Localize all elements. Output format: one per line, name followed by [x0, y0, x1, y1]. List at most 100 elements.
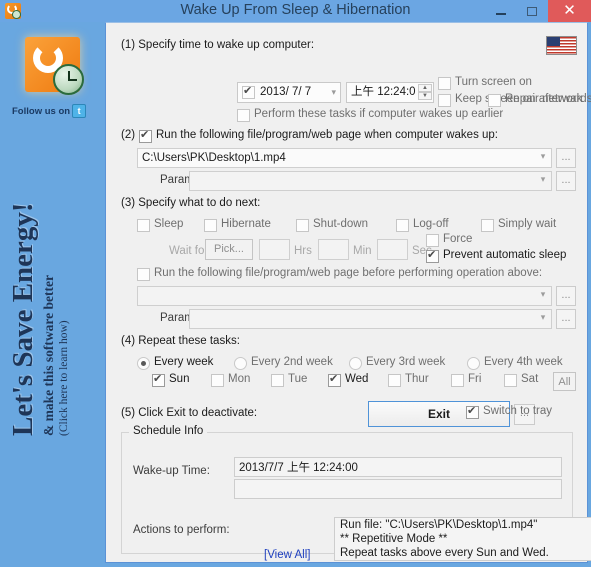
- every-2nd-week-radio[interactable]: [234, 357, 247, 370]
- chevron-down-icon[interactable]: ▾: [536, 151, 550, 162]
- run-file-input[interactable]: C:\Users\PK\Desktop\1.mp4: [137, 148, 552, 168]
- day-tue-checkbox[interactable]: [271, 374, 284, 387]
- wakeup-date-value: 2013/ 7/ 7: [260, 86, 312, 98]
- sidebar-promo-column: Follow us on t Let's Save Energy! & make …: [0, 22, 105, 567]
- section1-heading: (1) Specify time to wake up computer:: [121, 39, 315, 51]
- chevron-down-icon[interactable]: ▾: [536, 312, 550, 323]
- turn-screen-on-checkbox[interactable]: [438, 77, 451, 90]
- prevent-automatic-sleep-label: Prevent automatic sleep: [443, 249, 567, 261]
- force-checkbox[interactable]: [426, 234, 439, 247]
- repair-network-checkbox[interactable]: [488, 94, 501, 107]
- maximize-button[interactable]: [518, 0, 545, 22]
- wakeup-time-readout: 2013/7/7 上午 12:24:00: [234, 457, 562, 477]
- wakeup-clock-logo-icon: [25, 37, 84, 95]
- hibernate-label: Hibernate: [221, 218, 271, 230]
- follow-us-banner[interactable]: Follow us on t: [12, 104, 96, 120]
- secondary-readout: [234, 479, 562, 499]
- shutdown-label: Shut-down: [313, 218, 368, 230]
- logoff-label: Log-off: [413, 218, 449, 230]
- pick-duration-button[interactable]: Pick...: [205, 239, 253, 260]
- section5-heading: (5) Click Exit to deactivate:: [121, 407, 258, 419]
- chevron-down-icon[interactable]: ▾: [331, 83, 336, 102]
- seconds-input[interactable]: [377, 239, 408, 260]
- follow-us-label: Follow us on: [12, 106, 71, 117]
- shutdown-checkbox[interactable]: [296, 219, 309, 232]
- day-sun-checkbox[interactable]: [152, 373, 165, 387]
- day-thur-checkbox[interactable]: [388, 374, 401, 387]
- minimize-button[interactable]: [487, 0, 514, 22]
- chevron-down-icon[interactable]: ▾: [536, 289, 550, 300]
- repair-network-label: Repair network: [505, 93, 583, 105]
- switch-to-tray-checkbox[interactable]: [466, 405, 479, 419]
- every-3rd-week-radio[interactable]: [349, 357, 362, 370]
- minutes-input[interactable]: [318, 239, 349, 260]
- section3-heading: (3) Specify what to do next:: [121, 197, 261, 209]
- promo-headline: Let's Save Energy!: [7, 202, 39, 436]
- run-before-params-input[interactable]: [189, 309, 552, 329]
- wakeup-time-label: Wake-up Time:: [133, 465, 210, 477]
- chevron-down-icon[interactable]: ▾: [536, 174, 550, 185]
- day-wed-label: Wed: [345, 373, 369, 385]
- actions-to-perform-readout[interactable]: Run file: "C:\Users\PK\Desktop\1.mp4" **…: [334, 517, 591, 561]
- close-button[interactable]: ✕: [548, 0, 591, 22]
- browse-run-before-params-button[interactable]: ...: [556, 309, 576, 329]
- day-sat-label: Sat: [521, 373, 539, 385]
- wakeup-time-value: 上午 12:24:0: [351, 86, 416, 98]
- every-week-radio[interactable]: [137, 357, 150, 370]
- maximize-icon: [526, 7, 537, 17]
- clock-hand-minute: [68, 79, 77, 81]
- action-line: ** Repetitive Mode **: [340, 533, 448, 545]
- run-after-wake-label: Run the following file/program/web page …: [156, 129, 498, 141]
- browse-run-params-button[interactable]: ...: [556, 171, 576, 191]
- force-label: Force: [443, 233, 473, 245]
- run-after-wake-checkbox[interactable]: [139, 129, 152, 143]
- sleep-label: Sleep: [154, 218, 184, 230]
- run-params-input[interactable]: [189, 171, 552, 191]
- day-mon-label: Mon: [228, 373, 251, 385]
- us-flag-icon[interactable]: [546, 36, 577, 55]
- logoff-checkbox[interactable]: [396, 219, 409, 232]
- day-wed-checkbox[interactable]: [328, 373, 341, 387]
- run-before-file-input[interactable]: [137, 286, 552, 306]
- section2-number: (2): [121, 129, 136, 141]
- save-energy-promo[interactable]: Let's Save Energy! & make this software …: [6, 138, 102, 438]
- perform-earlier-checkbox[interactable]: [237, 109, 250, 122]
- actions-to-perform-label: Actions to perform:: [133, 524, 230, 536]
- title-bar: Wake Up From Sleep & Hibernation ✕: [0, 0, 591, 22]
- browse-run-before-file-button[interactable]: ...: [556, 286, 576, 306]
- hibernate-checkbox[interactable]: [204, 219, 217, 232]
- promo-clickhere: (Click here to learn how): [58, 320, 70, 436]
- keep-screen-on-checkbox[interactable]: [438, 94, 451, 107]
- wakeup-date-field[interactable]: 2013/ 7/ 7 ▾: [237, 82, 341, 103]
- prevent-automatic-sleep-checkbox[interactable]: [426, 249, 439, 263]
- simply-wait-checkbox[interactable]: [481, 219, 494, 232]
- every-4th-week-radio[interactable]: [467, 357, 480, 370]
- select-all-days-button[interactable]: All: [553, 372, 576, 391]
- day-fri-label: Fri: [468, 373, 482, 385]
- action-line: Run file: "C:\Users\PK\Desktop\1.mp4": [340, 519, 538, 531]
- view-all-link[interactable]: [View All]: [264, 549, 310, 561]
- every-week-label: Every week: [154, 356, 214, 368]
- hours-input[interactable]: [259, 239, 290, 260]
- enable-date-checkbox[interactable]: [242, 85, 255, 99]
- run-before-label: Run the following file/program/web page …: [154, 267, 543, 279]
- day-sat-checkbox[interactable]: [504, 374, 517, 387]
- day-mon-checkbox[interactable]: [211, 374, 224, 387]
- time-spinner[interactable]: ▲ ▼: [418, 84, 432, 101]
- run-before-checkbox[interactable]: [137, 268, 150, 281]
- application-window: Wake Up From Sleep & Hibernation ✕ Follo…: [0, 0, 591, 567]
- sleep-checkbox[interactable]: [137, 219, 150, 232]
- day-tue-label: Tue: [288, 373, 308, 385]
- simply-wait-label: Simply wait: [498, 218, 557, 230]
- perform-earlier-label: Perform these tasks if computer wakes up…: [254, 108, 504, 120]
- every-3rd-week-label: Every 3rd week: [366, 356, 446, 368]
- wakeup-time-field[interactable]: 上午 12:24:0 ▲ ▼: [346, 82, 434, 103]
- spinner-down-icon[interactable]: ▼: [418, 92, 432, 100]
- day-sun-label: Sun: [169, 373, 190, 385]
- day-fri-checkbox[interactable]: [451, 374, 464, 387]
- minutes-label: Min: [353, 245, 372, 257]
- spinner-up-icon[interactable]: ▲: [418, 84, 432, 92]
- flag-canton: [547, 37, 560, 46]
- twitter-icon[interactable]: t: [72, 104, 87, 119]
- browse-run-file-button[interactable]: ...: [556, 148, 576, 168]
